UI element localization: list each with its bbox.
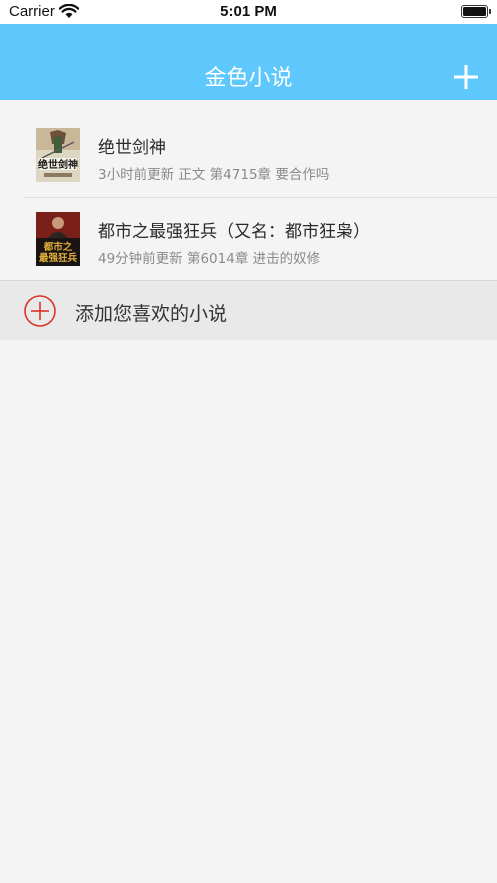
novel-title: 绝世剑神 <box>98 138 166 158</box>
plus-circle-icon <box>24 295 56 327</box>
svg-text:最强狂兵: 最强狂兵 <box>39 252 78 264</box>
add-novel-button[interactable] <box>453 64 479 90</box>
add-novel-label: 添加您喜欢的小说 <box>75 303 228 325</box>
book-cover: 绝世剑神 <box>36 128 80 182</box>
status-time: 5:01 PM <box>220 3 277 20</box>
add-novel-row[interactable]: 添加您喜欢的小说 <box>0 280 497 340</box>
page-title: 金色小说 <box>204 66 293 91</box>
list-item[interactable]: 都市之 最强狂兵 都市之最强狂兵（又名：都市狂枭） 49分钟前更新 第6014章… <box>0 197 497 281</box>
battery-cap <box>489 9 491 14</box>
svg-text:都市之: 都市之 <box>43 241 73 253</box>
svg-text:绝世剑神: 绝世剑神 <box>38 158 78 171</box>
novel-title: 都市之最强狂兵（又名：都市狂枭） <box>98 222 370 242</box>
book-cover: 都市之 最强狂兵 <box>36 212 80 266</box>
status-bar: Carrier 5:01 PM <box>0 0 497 24</box>
novel-update-info: 3小时前更新 正文 第4715章 要合作吗 <box>98 167 330 183</box>
novel-update-info: 49分钟前更新 第6014章 进击的奴修 <box>98 251 321 267</box>
novel-list: 绝世剑神 绝世剑神 3小时前更新 正文 第4715章 要合作吗 都市之 最强狂兵… <box>0 113 497 281</box>
nav-bar: 金色小说 <box>0 24 497 100</box>
plus-icon <box>454 65 478 89</box>
list-item[interactable]: 绝世剑神 绝世剑神 3小时前更新 正文 第4715章 要合作吗 <box>0 113 497 197</box>
battery-icon <box>461 5 488 18</box>
